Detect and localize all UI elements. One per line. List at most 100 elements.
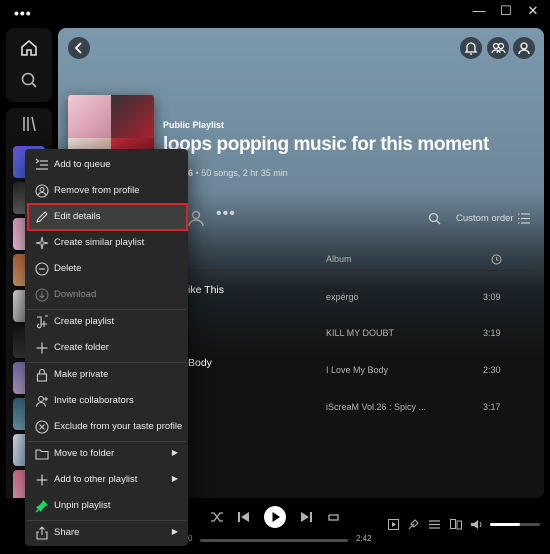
music-note-plus-icon (36, 315, 48, 329)
sort-dropdown[interactable]: Custom order (456, 213, 514, 224)
menu-item-download[interactable]: Download (27, 283, 186, 307)
track-album[interactable]: iScreaM Vol.26 : Spicy ... (326, 402, 426, 412)
track-title[interactable]: ike This (188, 284, 224, 296)
menu-item-make-private[interactable]: Make private (27, 363, 186, 387)
menu-item-label: Invite collaborators (54, 395, 134, 406)
track-album[interactable]: expérgo (326, 292, 359, 302)
track-album[interactable]: I Love My Body (326, 365, 388, 375)
menu-item-label: Make private (54, 369, 109, 380)
search-icon[interactable] (19, 70, 39, 90)
menu-item-delete[interactable]: Delete (27, 257, 186, 281)
highlight-box (27, 203, 188, 231)
menu-item-label: Delete (54, 263, 82, 274)
menu-item-remove-from-profile[interactable]: Remove from profile (27, 179, 186, 203)
menu-item-label: Edit details (54, 211, 101, 222)
friend-activity-button[interactable] (487, 37, 509, 59)
menu-item-create-similar-playlist[interactable]: Create similar playlist (27, 231, 186, 255)
library-icon[interactable] (19, 114, 39, 134)
track-duration: 3:17 (483, 402, 501, 412)
search-icon[interactable] (428, 212, 441, 225)
more-options-button[interactable]: ••• (216, 205, 236, 223)
connect-device-icon[interactable] (450, 519, 462, 530)
share-icon (36, 526, 48, 540)
playlist-stats: • 50 songs, 2 hr 35 min (193, 168, 288, 178)
pencil-icon (36, 211, 48, 223)
pin-icon (35, 500, 48, 513)
close-button[interactable]: ✕ (522, 3, 544, 19)
chevron-right-icon: ▶ (171, 448, 178, 457)
minimize-button[interactable]: — (468, 3, 490, 19)
lock-icon (36, 368, 48, 382)
track-duration: 2:30 (483, 365, 501, 375)
menu-item-label: Create playlist (54, 316, 115, 327)
home-icon[interactable] (19, 38, 39, 58)
play-button[interactable] (264, 506, 286, 528)
volume-slider[interactable] (490, 523, 540, 526)
menu-item-move-to-folder[interactable]: Move to folder ▶ (27, 442, 186, 466)
back-button[interactable] (68, 37, 90, 59)
download-icon (35, 288, 49, 302)
play-icon (272, 512, 280, 522)
add-person-icon (35, 395, 48, 407)
title-bar: ••• — ☐ ✕ (0, 0, 550, 24)
menu-item-label: Create similar playlist (54, 237, 145, 248)
track-duration: 3:19 (483, 328, 501, 338)
now-playing-view-icon[interactable] (388, 519, 399, 530)
menu-item-label: Remove from profile (54, 185, 140, 196)
sparkle-icon (35, 236, 49, 250)
track-duration: 3:09 (483, 292, 501, 302)
menu-item-add-to-queue[interactable]: Add to queue (27, 153, 186, 177)
app-menu-button[interactable]: ••• (14, 5, 32, 21)
profile-icon (35, 184, 49, 198)
nav-panel (6, 28, 52, 102)
menu-item-create-playlist[interactable]: Create playlist (27, 310, 186, 334)
menu-item-label: Add to other playlist (54, 474, 138, 485)
menu-item-exclude-taste-profile[interactable]: Exclude from your taste profile (27, 415, 186, 439)
profile-button[interactable] (513, 37, 535, 59)
menu-item-create-folder[interactable]: Create folder (27, 336, 186, 360)
previous-icon[interactable] (238, 511, 249, 523)
playlist-type: Public Playlist (163, 120, 225, 130)
bell-icon (464, 42, 478, 55)
maximize-button[interactable]: ☐ (495, 3, 517, 19)
header-divider (178, 270, 534, 271)
menu-item-label: Unpin playlist (54, 500, 111, 511)
lyrics-icon[interactable] (408, 519, 419, 530)
album-column-header[interactable]: Album (326, 254, 352, 264)
minus-circle-icon (35, 262, 49, 276)
shuffle-icon[interactable] (211, 511, 224, 523)
menu-item-share[interactable]: Share ▶ (27, 521, 186, 545)
repeat-icon[interactable] (327, 511, 340, 523)
plus-icon (36, 474, 48, 486)
plus-icon (36, 342, 48, 354)
menu-item-label: Add to queue (54, 159, 111, 170)
track-album[interactable]: KILL MY DOUBT (326, 328, 394, 338)
add-person-icon[interactable] (186, 208, 206, 228)
menu-item-label: Move to folder (54, 448, 115, 459)
menu-item-edit-details[interactable]: Edit details (27, 203, 188, 231)
progress-bar[interactable] (200, 539, 348, 542)
menu-item-label: Create folder (54, 342, 109, 353)
user-icon (518, 42, 530, 55)
clock-icon (491, 254, 502, 265)
next-icon[interactable] (301, 511, 312, 523)
folder-icon (35, 449, 49, 460)
menu-item-label: Download (54, 289, 97, 300)
queue-icon[interactable] (429, 519, 440, 530)
chevron-right-icon: ▶ (171, 474, 178, 483)
elapsed-time: 0 (188, 534, 193, 543)
list-view-icon[interactable] (518, 213, 530, 224)
track-title[interactable]: Body (188, 357, 212, 369)
friends-icon (491, 42, 506, 54)
menu-item-invite-collaborators[interactable]: Invite collaborators (27, 389, 186, 413)
notifications-button[interactable] (460, 37, 482, 59)
menu-item-unpin-playlist[interactable]: Unpin playlist (27, 494, 186, 518)
total-time: 2:42 (356, 534, 372, 543)
menu-item-label: Exclude from your taste profile (54, 421, 183, 432)
chevron-right-icon: ▶ (171, 527, 178, 536)
chevron-left-icon (74, 42, 82, 54)
playlist-context-menu: Add to queue Remove from profile Edit de… (25, 149, 188, 546)
volume-icon[interactable] (471, 519, 483, 530)
menu-item-add-to-other-playlist[interactable]: Add to other playlist ▶ (27, 468, 186, 492)
playlist-title[interactable]: loops popping music for this moment (163, 134, 489, 156)
